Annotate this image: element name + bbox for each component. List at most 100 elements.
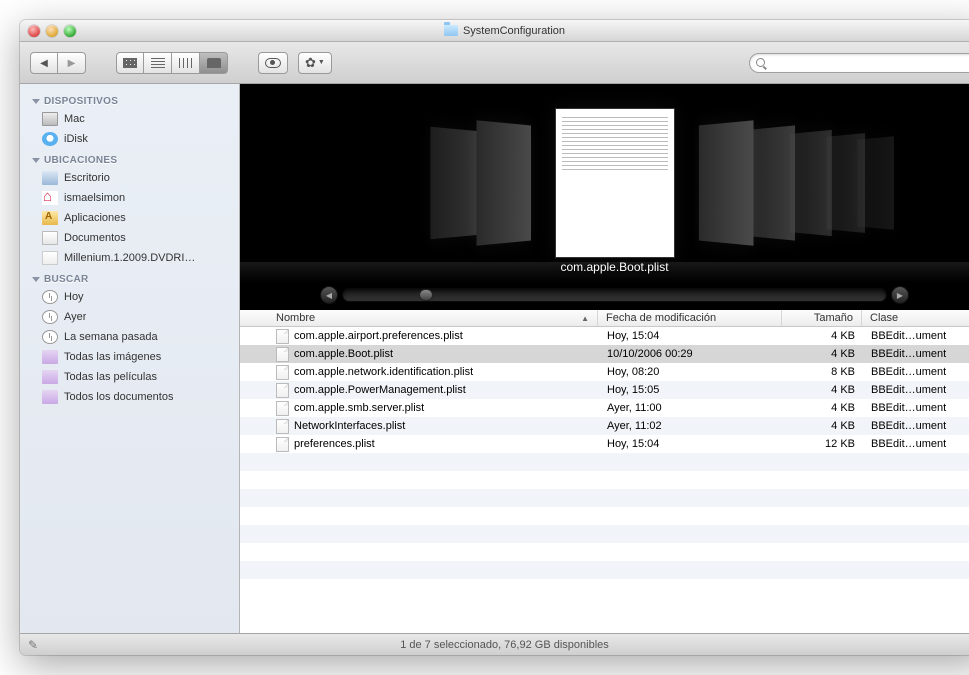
document-icon [276, 347, 289, 362]
sidebar-item[interactable]: Hoy [20, 287, 239, 307]
traffic-lights [20, 25, 76, 37]
sidebar-item[interactable]: Documentos [20, 228, 239, 248]
file-modified-cell: Hoy, 08:20 [599, 366, 783, 378]
column-header-kind[interactable]: Clase [862, 310, 969, 326]
sidebar-item[interactable]: iDisk [20, 129, 239, 149]
empty-row [240, 453, 969, 471]
file-modified-cell: Hoy, 15:04 [599, 438, 783, 450]
coverflow-view-button[interactable] [200, 52, 228, 74]
file-name-cell: NetworkInterfaces.plist [240, 419, 599, 434]
file-size-cell: 8 KB [783, 366, 863, 378]
sidebar-item[interactable]: Todas las imágenes [20, 347, 239, 367]
eye-icon [265, 58, 281, 68]
file-name: com.apple.airport.preferences.plist [294, 330, 463, 342]
file-modified-cell: Ayer, 11:00 [599, 402, 783, 414]
file-name-cell: com.apple.Boot.plist [240, 347, 599, 362]
file-size-cell: 4 KB [783, 402, 863, 414]
column-header-size[interactable]: Tamaño [782, 310, 862, 326]
coverflow-scrollbar: ◀ ▶ [320, 286, 909, 304]
file-kind-cell: BBEdit…ument [863, 402, 969, 414]
coverflow-cover[interactable] [789, 130, 831, 236]
sidebar-item[interactable]: Ayer [20, 307, 239, 327]
arrow-left-icon [40, 57, 48, 69]
coverflow-cover-selected[interactable] [555, 108, 675, 258]
back-button[interactable] [30, 52, 58, 74]
folder-icon [444, 25, 458, 36]
file-row[interactable]: NetworkInterfaces.plistAyer, 11:024 KBBB… [240, 417, 969, 435]
sidebar-item[interactable]: Mac [20, 109, 239, 129]
home-icon [42, 191, 58, 205]
coverflow-cover[interactable] [476, 120, 531, 245]
coverflow-scroll-track[interactable] [342, 288, 887, 302]
file-name-cell: com.apple.PowerManagement.plist [240, 383, 599, 398]
sidebar-item-label: Todas las películas [64, 371, 157, 383]
sidebar-item-label: Todos los documentos [64, 391, 173, 403]
titlebar[interactable]: SystemConfiguration [20, 20, 969, 42]
file-row[interactable]: preferences.plistHoy, 15:0412 KBBBEdit…u… [240, 435, 969, 453]
sidebar-item[interactable]: Millenium.1.2009.DVDRI… [20, 248, 239, 268]
apps-icon [42, 211, 58, 225]
pfold-icon [42, 390, 58, 404]
coverflow-scroll-right[interactable]: ▶ [891, 286, 909, 304]
search-field[interactable] [749, 53, 969, 73]
file-icon [42, 251, 58, 265]
sidebar-item[interactable]: Aplicaciones [20, 208, 239, 228]
sidebar-section-header[interactable]: BUSCAR [20, 268, 239, 287]
file-kind-cell: BBEdit…ument [863, 366, 969, 378]
coverflow-cover[interactable] [430, 127, 477, 240]
sidebar-item[interactable]: ismaelsimon [20, 188, 239, 208]
file-row[interactable]: com.apple.PowerManagement.plistHoy, 15:0… [240, 381, 969, 399]
docs-icon [42, 231, 58, 245]
coverflow-cover[interactable] [747, 125, 795, 240]
coverflow-scroll-left[interactable]: ◀ [320, 286, 338, 304]
file-size-cell: 12 KB [783, 438, 863, 450]
forward-button[interactable] [58, 52, 86, 74]
icon-view-button[interactable] [116, 52, 144, 74]
document-icon [276, 383, 289, 398]
disclosure-triangle-icon [32, 277, 40, 282]
file-row[interactable]: com.apple.network.identification.plistHo… [240, 363, 969, 381]
sidebar-item-label: Documentos [64, 232, 126, 244]
quicklook-button[interactable] [258, 52, 288, 74]
sidebar-item[interactable]: Todos los documentos [20, 387, 239, 407]
coverflow-cover[interactable] [698, 120, 753, 245]
coverflow-stage [240, 84, 969, 282]
sidebar-item[interactable]: La semana pasada [20, 327, 239, 347]
document-icon [276, 365, 289, 380]
column-header-name[interactable]: Nombre▲ [240, 310, 598, 326]
file-name: NetworkInterfaces.plist [294, 420, 405, 432]
zoom-button[interactable] [64, 25, 76, 37]
column-view-button[interactable] [172, 52, 200, 74]
main-content: com.apple.Boot.plist ◀ ▶ Nombre▲ Fecha d… [240, 84, 969, 633]
document-icon [276, 401, 289, 416]
edit-icon[interactable]: ✎ [28, 638, 38, 652]
file-name-cell: com.apple.smb.server.plist [240, 401, 599, 416]
close-button[interactable] [28, 25, 40, 37]
minimize-button[interactable] [46, 25, 58, 37]
file-row[interactable]: com.apple.smb.server.plistAyer, 11:004 K… [240, 399, 969, 417]
chevron-down-icon: ▼ [318, 59, 325, 66]
coverflow-area[interactable]: com.apple.Boot.plist ◀ ▶ [240, 84, 969, 310]
file-row[interactable]: com.apple.Boot.plist10/10/2006 00:294 KB… [240, 345, 969, 363]
sidebar-item-label: Todas las imágenes [64, 351, 161, 363]
coverflow-scroll-thumb[interactable] [419, 289, 433, 301]
sidebar-section-header[interactable]: DISPOSITIVOS [20, 90, 239, 109]
document-preview [555, 108, 675, 258]
list-view-button[interactable] [144, 52, 172, 74]
file-name: com.apple.Boot.plist [294, 348, 393, 360]
sidebar-item-label: Aplicaciones [64, 212, 126, 224]
pfold-icon [42, 350, 58, 364]
file-kind-cell: BBEdit…ument [863, 330, 969, 342]
sidebar-item[interactable]: Todas las películas [20, 367, 239, 387]
sidebar-section-header[interactable]: UBICACIONES [20, 149, 239, 168]
document-icon [276, 419, 289, 434]
column-header-modified[interactable]: Fecha de modificación [598, 310, 782, 326]
search-input[interactable] [770, 57, 969, 69]
file-size-cell: 4 KB [783, 348, 863, 360]
file-list[interactable]: com.apple.airport.preferences.plist Hoy, … [240, 327, 969, 633]
sidebar-item-label: Mac [64, 113, 85, 125]
sidebar-item-label: ismaelsimon [64, 192, 125, 204]
action-menu-button[interactable]: ✿▼ [298, 52, 332, 74]
sidebar-item[interactable]: Escritorio [20, 168, 239, 188]
file-row[interactable]: com.apple.airport.preferences.plistHoy, … [240, 327, 969, 345]
